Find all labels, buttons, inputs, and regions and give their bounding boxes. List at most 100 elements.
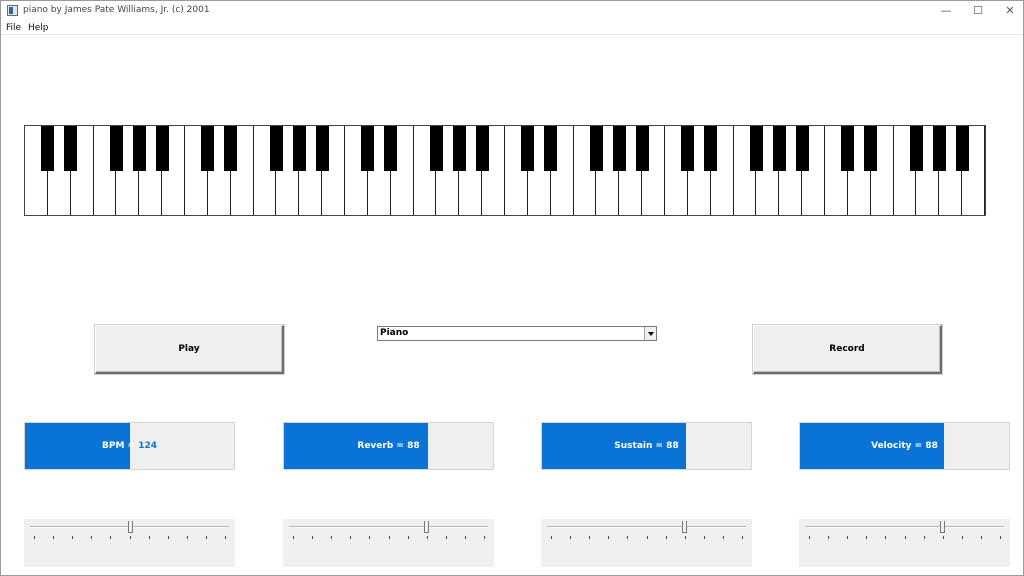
sustain-meter: Sustain = 88 xyxy=(541,422,752,470)
slider-tick xyxy=(885,536,887,539)
slider-tick xyxy=(608,536,610,539)
black-key[interactable] xyxy=(590,126,603,171)
slider-tick xyxy=(627,536,629,539)
reverb-slider-thumb[interactable] xyxy=(424,521,430,533)
slider-tick xyxy=(369,536,371,539)
slider-tick xyxy=(331,536,333,539)
piano-keyboard[interactable] xyxy=(24,125,986,216)
menu-bar: File Help xyxy=(1,21,1023,35)
black-key[interactable] xyxy=(635,126,649,171)
sustain-meter-label: Sustain = 88 xyxy=(542,423,751,469)
sustain-slider-track[interactable] xyxy=(547,526,746,528)
instrument-select-value: Piano xyxy=(380,328,409,338)
black-key[interactable] xyxy=(772,126,786,171)
slider-tick xyxy=(904,536,906,539)
black-key[interactable] xyxy=(110,126,123,171)
slider-tick xyxy=(551,536,552,539)
bpm-slider[interactable] xyxy=(24,519,235,567)
menu-help[interactable]: Help xyxy=(28,23,49,33)
reverb-slider[interactable] xyxy=(283,519,494,567)
slider-tick xyxy=(464,536,466,539)
black-key[interactable] xyxy=(270,126,283,171)
black-key[interactable] xyxy=(475,126,489,171)
sustain-slider[interactable] xyxy=(541,519,752,567)
slider-tick xyxy=(847,536,849,539)
black-key[interactable] xyxy=(384,126,398,171)
slider-tick xyxy=(445,536,447,539)
slider-tick xyxy=(980,536,982,539)
black-key[interactable] xyxy=(955,126,969,171)
velocity-slider-track[interactable] xyxy=(805,526,1004,528)
meter-label-on-fill: Reverb = 88 xyxy=(357,441,420,451)
slider-tick xyxy=(703,536,705,539)
slider-tick xyxy=(426,536,428,539)
black-key[interactable] xyxy=(361,126,375,171)
black-key[interactable] xyxy=(704,126,718,171)
bpm-slider-thumb[interactable] xyxy=(127,521,133,533)
black-key[interactable] xyxy=(841,126,855,171)
black-key[interactable] xyxy=(41,126,55,171)
black-key[interactable] xyxy=(932,126,946,171)
play-button[interactable]: Play xyxy=(95,325,284,374)
reverb-slider-track[interactable] xyxy=(289,526,488,528)
slider-tick xyxy=(186,536,188,539)
black-key[interactable] xyxy=(612,126,626,171)
slider-tick xyxy=(312,536,314,539)
title-bar[interactable]: piano by James Pate Williams, Jr. (c) 20… xyxy=(1,1,1023,21)
slider-tick xyxy=(828,536,830,539)
slider-tick xyxy=(53,536,55,539)
black-key[interactable] xyxy=(64,126,78,171)
meter-label-off-fill: 124 xyxy=(135,441,157,451)
slider-tick xyxy=(684,536,686,539)
slider-tick xyxy=(34,536,35,539)
slider-tick xyxy=(110,536,112,539)
velocity-slider-thumb[interactable] xyxy=(940,521,946,533)
slider-tick xyxy=(167,536,169,539)
bpm-meter-label: BPM = 124 xyxy=(25,423,234,469)
record-button[interactable]: Record xyxy=(753,325,942,374)
black-key[interactable] xyxy=(544,126,558,171)
meter-label-on-fill: BPM = xyxy=(101,441,136,451)
slider-tick xyxy=(407,536,409,539)
black-key[interactable] xyxy=(201,126,215,171)
slider-tick xyxy=(91,536,93,539)
slider-tick xyxy=(923,536,925,539)
instrument-select[interactable]: Piano xyxy=(377,326,657,341)
app-icon[interactable] xyxy=(7,5,18,16)
black-key[interactable] xyxy=(292,126,306,171)
black-key[interactable] xyxy=(795,126,809,171)
slider-tick xyxy=(129,536,131,539)
black-key[interactable] xyxy=(910,126,923,171)
app-window: piano by James Pate Williams, Jr. (c) 20… xyxy=(0,0,1024,576)
close-button[interactable]: ✕ xyxy=(995,1,1024,21)
slider-tick xyxy=(961,536,963,539)
black-key[interactable] xyxy=(430,126,443,171)
slider-tick xyxy=(293,536,294,539)
slider-tick xyxy=(589,536,591,539)
black-key[interactable] xyxy=(681,126,695,171)
slider-tick xyxy=(225,536,226,539)
window-title: piano by James Pate Williams, Jr. (c) 20… xyxy=(23,5,210,15)
maximize-button[interactable]: ☐ xyxy=(963,1,993,21)
chevron-down-icon[interactable] xyxy=(644,327,656,340)
black-key[interactable] xyxy=(315,126,329,171)
slider-tick xyxy=(350,536,352,539)
black-key[interactable] xyxy=(521,126,535,171)
slider-tick xyxy=(72,536,74,539)
black-key[interactable] xyxy=(452,126,466,171)
black-key[interactable] xyxy=(224,126,238,171)
reverb-meter-label: Reverb = 88 xyxy=(284,423,493,469)
velocity-slider[interactable] xyxy=(799,519,1010,567)
black-key[interactable] xyxy=(132,126,146,171)
black-key[interactable] xyxy=(750,126,763,171)
black-key[interactable] xyxy=(864,126,878,171)
bpm-meter: BPM = 124 xyxy=(24,422,235,470)
slider-tick xyxy=(942,536,944,539)
slider-tick xyxy=(742,536,743,539)
sustain-slider-thumb[interactable] xyxy=(682,521,688,533)
black-key[interactable] xyxy=(155,126,169,171)
menu-file[interactable]: File xyxy=(6,23,21,33)
velocity-meter: Velocity = 88 xyxy=(799,422,1010,470)
minimize-button[interactable]: — xyxy=(931,1,961,21)
slider-tick xyxy=(570,536,572,539)
